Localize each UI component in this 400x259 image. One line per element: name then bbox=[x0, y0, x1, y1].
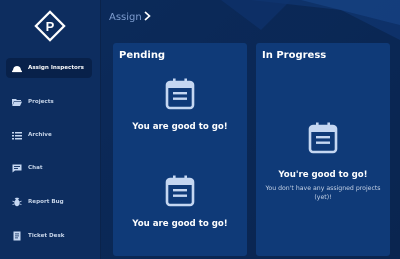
bug-icon bbox=[12, 197, 22, 207]
pending-empty-state-2: You are good to go! bbox=[113, 175, 247, 229]
calendar-icon bbox=[165, 78, 195, 110]
in-progress-card: In Progress You're good to go! You don't… bbox=[256, 43, 390, 256]
sidebar-item-label: Ticket Desk bbox=[28, 233, 65, 239]
main-content: Assign Pending You are good to go! You a… bbox=[101, 0, 400, 259]
in-progress-title: In Progress bbox=[262, 50, 327, 61]
calendar-icon bbox=[165, 175, 195, 207]
in-progress-empty-state: You're good to go! You don't have any as… bbox=[256, 122, 390, 202]
sidebar-item-label: Assign Inspectors bbox=[28, 65, 84, 71]
chevron-right-icon bbox=[144, 11, 151, 24]
sidebar-item-label: Chat bbox=[28, 165, 43, 171]
breadcrumb: Assign bbox=[109, 11, 151, 24]
ticket-icon bbox=[12, 231, 22, 241]
pending-title: Pending bbox=[119, 50, 166, 61]
sidebar-item-report-bug[interactable]: Report Bug bbox=[6, 192, 92, 212]
hard-hat-icon bbox=[12, 63, 22, 73]
sidebar-item-label: Report Bug bbox=[28, 199, 64, 205]
chat-icon bbox=[12, 163, 22, 173]
in-progress-message: You're good to go! bbox=[278, 170, 368, 180]
sidebar-item-archive[interactable]: Archive bbox=[6, 125, 92, 145]
pending-empty-state-1: You are good to go! bbox=[113, 78, 247, 132]
app-logo[interactable]: P bbox=[34, 10, 66, 42]
folder-open-icon bbox=[12, 97, 22, 107]
sidebar-item-label: Projects bbox=[28, 99, 54, 105]
sidebar-item-label: Archive bbox=[28, 132, 52, 138]
sidebar-item-projects[interactable]: Projects bbox=[6, 92, 92, 112]
sidebar: P Assign Inspectors Projects Archive Cha… bbox=[0, 0, 101, 259]
svg-text:P: P bbox=[46, 19, 55, 34]
pending-message-1: You are good to go! bbox=[132, 122, 228, 132]
sidebar-item-ticket-desk[interactable]: Ticket Desk bbox=[6, 226, 92, 246]
pending-message-2: You are good to go! bbox=[132, 219, 228, 229]
sidebar-item-assign-inspectors[interactable]: Assign Inspectors bbox=[6, 58, 92, 78]
pending-card: Pending You are good to go! You are good… bbox=[113, 43, 247, 256]
breadcrumb-label[interactable]: Assign bbox=[109, 12, 142, 23]
sidebar-item-chat[interactable]: Chat bbox=[6, 158, 92, 178]
list-icon bbox=[12, 130, 22, 140]
calendar-icon bbox=[308, 122, 338, 154]
in-progress-submessage: You don't have any assigned projects (ye… bbox=[265, 185, 381, 201]
